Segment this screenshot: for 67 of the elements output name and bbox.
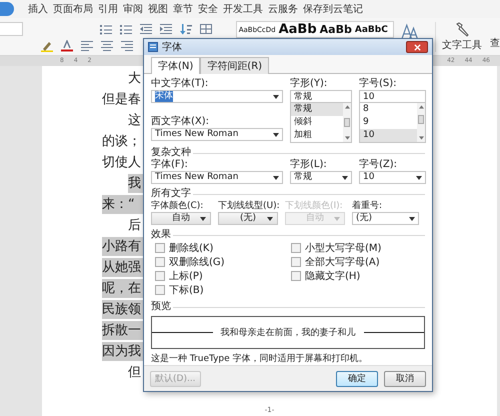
text-line: 但是春 <box>102 91 142 109</box>
style-sample[interactable]: AaBb <box>320 23 352 36</box>
list-option[interactable]: 倾斜 <box>291 116 343 130</box>
field-label: 字号(S): <box>359 78 398 90</box>
dropdown-button[interactable]: (无) <box>218 212 278 226</box>
select-field[interactable]: 常规 <box>290 171 352 184</box>
ribbon-tab[interactable]: 安全 <box>197 2 219 16</box>
western-font-select[interactable]: Times New Roman <box>151 128 283 142</box>
select-field[interactable]: Times New Roman <box>151 171 283 184</box>
section-title: 所有文字 <box>151 188 191 200</box>
ok-button[interactable]: 确定 <box>336 370 378 387</box>
effect-checkbox[interactable]: 双删除线(G) <box>155 255 291 270</box>
field-label: 中文字体(T): <box>151 78 210 90</box>
style-sample[interactable]: AaBb <box>278 22 317 37</box>
effect-checkbox[interactable]: 删除线(K) <box>155 241 291 256</box>
field-label: 字号(Z): <box>359 159 398 172</box>
style-sample[interactable]: AaBbC <box>354 24 388 34</box>
ribbon-tab[interactable]: 保存到云笔记 <box>302 2 364 16</box>
ribbon-tab[interactable]: 插入 <box>27 2 49 16</box>
list-option[interactable]: 8 <box>360 103 417 116</box>
effect-checkbox[interactable]: 隐藏文字(H) <box>291 269 382 284</box>
section-title: 预览 <box>151 301 171 314</box>
select-field[interactable]: (无) <box>352 212 419 226</box>
text-line: 后 <box>128 217 142 235</box>
effect-checkbox[interactable]: 全部大写字母(A) <box>291 255 382 270</box>
list-option[interactable]: 9 <box>360 116 417 130</box>
field-label: 着重号: <box>352 200 384 212</box>
text-line: 但 <box>128 364 142 382</box>
ribbon-tab[interactable]: 云服务 <box>267 2 299 16</box>
text-line: 的谈； <box>102 133 142 151</box>
text-line: 这 <box>128 112 142 130</box>
section-title: 效果 <box>151 229 171 242</box>
dialog-tab[interactable]: 字符间距(R) <box>200 57 270 74</box>
ribbon-tab[interactable]: 引用 <box>97 2 119 16</box>
field-label: 字体颜色(C): <box>151 200 204 212</box>
dropdown-button[interactable]: 自动 <box>151 212 211 226</box>
list-option[interactable]: 10 <box>360 129 417 142</box>
field-label: 下划线线型(U): <box>218 200 278 212</box>
font-size-field[interactable]: 10 <box>359 90 426 104</box>
select-field[interactable]: 10 <box>359 171 426 184</box>
effect-checkbox[interactable]: 下标(B) <box>155 283 291 298</box>
effect-checkbox[interactable]: 上标(P) <box>155 269 291 284</box>
list-option[interactable]: 常规 <box>291 103 343 116</box>
ribbon-tab[interactable]: 视图 <box>147 2 169 16</box>
list-option[interactable]: 加粗 <box>291 129 343 142</box>
font-style-field[interactable]: 常规 <box>290 90 352 104</box>
find-button[interactable]: 查 <box>490 36 500 50</box>
preview-text: 我和母亲走在前面，我的妻子和儿 <box>220 326 356 340</box>
field-label: 字体(F): <box>151 159 189 172</box>
text-line: 切使人 <box>102 154 142 172</box>
chinese-font-select[interactable]: 宋体 <box>151 90 283 104</box>
ribbon-tab[interactable]: 章节 <box>172 2 194 16</box>
field-label: 字形(L): <box>290 159 328 172</box>
text-line: 大 <box>128 70 142 88</box>
ribbon-tab[interactable]: 页面布局 <box>52 2 94 16</box>
dialog-title: 字体 <box>162 40 182 54</box>
dialog-tab[interactable]: 字体(N) <box>151 57 200 74</box>
ribbon-tab[interactable]: 开发工具 <box>222 2 264 16</box>
section-title: 复杂文种 <box>151 147 191 158</box>
text-tools-button[interactable]: 文字工具 <box>442 38 482 52</box>
field-label: 字形(Y): <box>290 78 328 90</box>
cancel-button[interactable]: 取消 <box>384 370 426 387</box>
font-note: 这是一种 TrueType 字体，同时适用于屏幕和打印机。 <box>151 352 369 366</box>
field-label: 下划线颜色(I): <box>285 200 344 212</box>
field-label: 西文字体(X): <box>151 116 210 128</box>
effect-checkbox[interactable]: 小型大写字母(M) <box>291 241 382 256</box>
ribbon-tab[interactable]: 审阅 <box>122 2 144 16</box>
